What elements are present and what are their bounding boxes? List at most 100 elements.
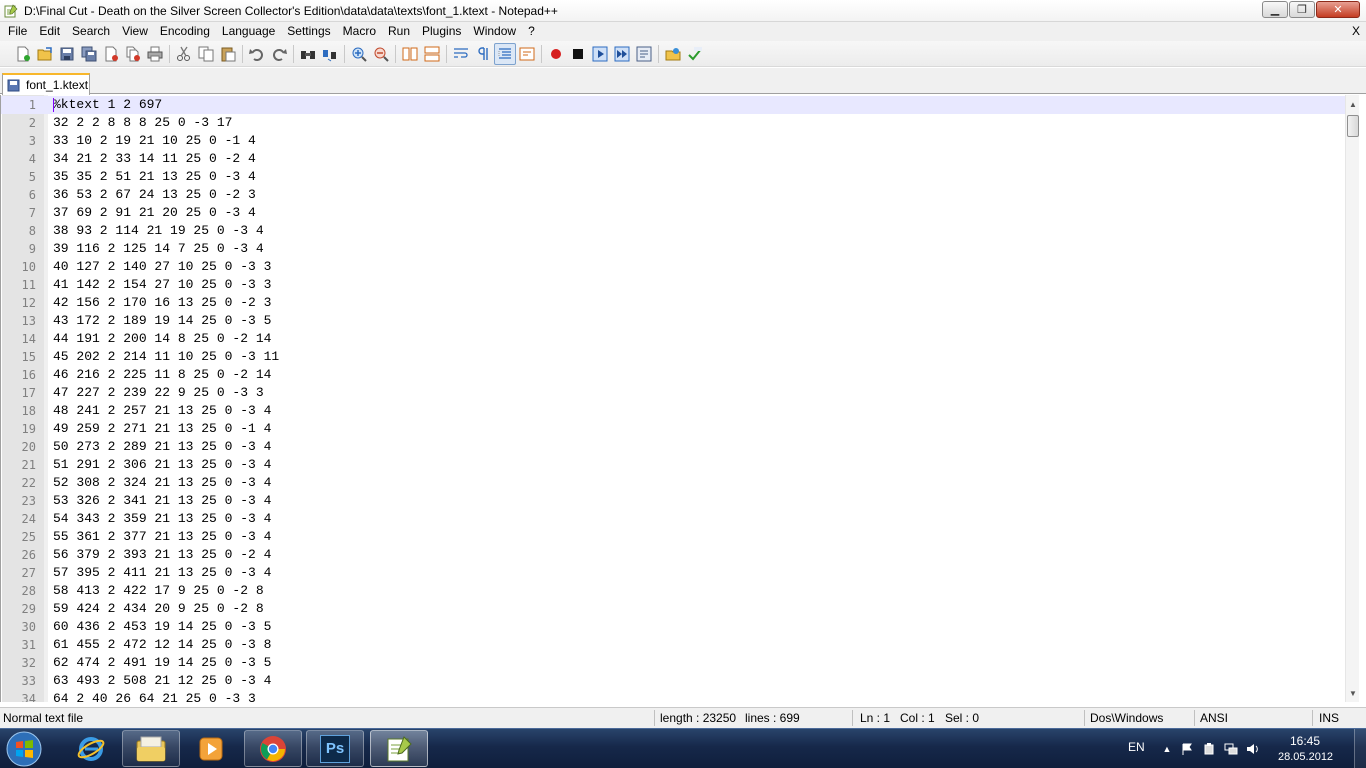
code-line[interactable]: 4 34 21 2 33 14 11 25 0 -2 4 (1, 150, 1346, 168)
code-line[interactable]: 34 64 2 40 26 64 21 25 0 -3 3 (1, 690, 1346, 702)
copy-icon[interactable] (195, 43, 217, 65)
scroll-down-icon[interactable]: ▼ (1346, 686, 1360, 700)
code-line[interactable]: 28 58 413 2 422 17 9 25 0 -2 8 (1, 582, 1346, 600)
code-line[interactable]: 17 47 227 2 239 22 9 25 0 -3 3 (1, 384, 1346, 402)
clock-date[interactable]: 28.05.2012 (1278, 751, 1333, 763)
menu-run[interactable]: Run (382, 22, 416, 41)
volume-icon[interactable] (1246, 742, 1260, 756)
code-line[interactable]: 20 50 273 2 289 21 13 25 0 -3 4 (1, 438, 1346, 456)
close-all-icon[interactable] (122, 43, 144, 65)
action-center-flag-icon[interactable] (1180, 742, 1194, 756)
start-button[interactable] (4, 730, 44, 768)
stop-record-icon[interactable] (567, 43, 589, 65)
print-icon[interactable] (144, 43, 166, 65)
code-line[interactable]: 10 40 127 2 140 27 10 25 0 -3 3 (1, 258, 1346, 276)
new-file-icon[interactable] (12, 43, 34, 65)
scrollbar-thumb[interactable] (1347, 115, 1359, 137)
menu-file[interactable]: File (0, 22, 33, 41)
open-file-icon[interactable] (34, 43, 56, 65)
word-wrap-icon[interactable] (450, 43, 472, 65)
code-line[interactable]: 8 38 93 2 114 21 19 25 0 -3 4 (1, 222, 1346, 240)
find-icon[interactable] (297, 43, 319, 65)
menu-encoding[interactable]: Encoding (154, 22, 216, 41)
code-line[interactable]: 7 37 69 2 91 21 20 25 0 -3 4 (1, 204, 1346, 222)
code-line[interactable]: 15 45 202 2 214 11 10 25 0 -3 11 (1, 348, 1346, 366)
code-line[interactable]: 18 48 241 2 257 21 13 25 0 -3 4 (1, 402, 1346, 420)
language-indicator[interactable]: EN (1128, 740, 1145, 754)
undo-icon[interactable] (246, 43, 268, 65)
save-macro-icon[interactable] (633, 43, 655, 65)
menu-window[interactable]: Window (467, 22, 522, 41)
vertical-scrollbar[interactable]: ▲ ▼ (1345, 95, 1359, 702)
network-icon[interactable] (1224, 742, 1238, 756)
code-line[interactable]: 25 55 361 2 377 21 13 25 0 -3 4 (1, 528, 1346, 546)
zoom-out-icon[interactable] (370, 43, 392, 65)
text-editor[interactable]: 1 %ktext 1 2 697 2 32 2 2 8 8 8 25 0 -3 17 3… (0, 95, 1366, 702)
paste-icon[interactable] (217, 43, 239, 65)
scroll-up-icon[interactable]: ▲ (1346, 97, 1360, 111)
user-lang-icon[interactable] (516, 43, 538, 65)
close-document-button[interactable]: X (1352, 22, 1360, 41)
code-line[interactable]: 31 61 455 2 472 12 14 25 0 -3 8 (1, 636, 1346, 654)
launch-browser-icon[interactable] (662, 43, 684, 65)
menu-settings[interactable]: Settings (281, 22, 336, 41)
taskbar-photoshop[interactable]: Ps (306, 730, 364, 767)
code-line[interactable]: 9 39 116 2 125 14 7 25 0 -3 4 (1, 240, 1346, 258)
code-line[interactable]: 13 43 172 2 189 19 14 25 0 -3 5 (1, 312, 1346, 330)
show-hidden-icons-icon[interactable]: ▲ (1160, 742, 1174, 756)
minimize-button[interactable]: ▁ (1262, 1, 1288, 18)
menu-view[interactable]: View (116, 22, 154, 41)
taskbar-internet-explorer[interactable] (62, 730, 120, 767)
code-line[interactable]: 33 63 493 2 508 21 12 25 0 -3 4 (1, 672, 1346, 690)
maximize-button[interactable]: ❐ (1289, 1, 1315, 18)
zoom-in-icon[interactable] (348, 43, 370, 65)
code-line[interactable]: 21 51 291 2 306 21 13 25 0 -3 4 (1, 456, 1346, 474)
code-line[interactable]: 5 35 35 2 51 21 13 25 0 -3 4 (1, 168, 1346, 186)
code-line[interactable]: 27 57 395 2 411 21 13 25 0 -3 4 (1, 564, 1346, 582)
clock-time[interactable]: 16:45 (1290, 734, 1320, 748)
code-line[interactable]: 29 59 424 2 434 20 9 25 0 -2 8 (1, 600, 1346, 618)
code-line[interactable]: 14 44 191 2 200 14 8 25 0 -2 14 (1, 330, 1346, 348)
code-line[interactable]: 30 60 436 2 453 19 14 25 0 -3 5 (1, 618, 1346, 636)
code-line[interactable]: 3 33 10 2 19 21 10 25 0 -1 4 (1, 132, 1346, 150)
taskbar-media-player[interactable] (182, 730, 240, 767)
play-macro-icon[interactable] (589, 43, 611, 65)
sync-horizontal-icon[interactable] (421, 43, 443, 65)
code-line[interactable]: 16 46 216 2 225 11 8 25 0 -2 14 (1, 366, 1346, 384)
save-all-icon[interactable] (78, 43, 100, 65)
code-line[interactable]: 23 53 326 2 341 21 13 25 0 -3 4 (1, 492, 1346, 510)
code-line[interactable]: 24 54 343 2 359 21 13 25 0 -3 4 (1, 510, 1346, 528)
run-macro-multiple-icon[interactable] (611, 43, 633, 65)
code-line[interactable]: 26 56 379 2 393 21 13 25 0 -2 4 (1, 546, 1346, 564)
tab-font-1-ktext[interactable]: font_1.ktext (2, 73, 90, 95)
sync-vertical-icon[interactable] (399, 43, 421, 65)
menu-help[interactable]: ? (522, 22, 541, 41)
replace-icon[interactable] (319, 43, 341, 65)
taskbar-notepad-plus-plus[interactable] (370, 730, 428, 767)
code-line[interactable]: 32 62 474 2 491 19 14 25 0 -3 5 (1, 654, 1346, 672)
menu-macro[interactable]: Macro (337, 22, 382, 41)
cut-icon[interactable] (173, 43, 195, 65)
menu-plugins[interactable]: Plugins (416, 22, 467, 41)
safely-remove-hardware-icon[interactable] (1202, 742, 1216, 756)
taskbar-file-explorer[interactable] (122, 730, 180, 767)
code-line[interactable]: 11 41 142 2 154 27 10 25 0 -3 3 (1, 276, 1346, 294)
menu-language[interactable]: Language (216, 22, 281, 41)
indent-guide-icon[interactable] (494, 42, 516, 65)
record-macro-icon[interactable] (545, 43, 567, 65)
show-desktop-button[interactable] (1354, 729, 1366, 768)
menu-search[interactable]: Search (66, 22, 116, 41)
code-line[interactable]: 22 52 308 2 324 21 13 25 0 -3 4 (1, 474, 1346, 492)
close-icon[interactable] (100, 43, 122, 65)
close-window-button[interactable]: ✕ (1316, 1, 1360, 18)
code-line[interactable]: 12 42 156 2 170 16 13 25 0 -2 3 (1, 294, 1346, 312)
menu-edit[interactable]: Edit (33, 22, 66, 41)
redo-icon[interactable] (268, 43, 290, 65)
code-line[interactable]: 19 49 259 2 271 21 13 25 0 -1 4 (1, 420, 1346, 438)
code-line[interactable]: 2 32 2 2 8 8 8 25 0 -3 17 (1, 114, 1346, 132)
save-icon[interactable] (56, 43, 78, 65)
spell-check-icon[interactable] (684, 43, 706, 65)
code-line[interactable]: 6 36 53 2 67 24 13 25 0 -2 3 (1, 186, 1346, 204)
code-line[interactable]: 1 %ktext 1 2 697 (1, 96, 1346, 114)
show-all-chars-icon[interactable] (472, 43, 494, 65)
